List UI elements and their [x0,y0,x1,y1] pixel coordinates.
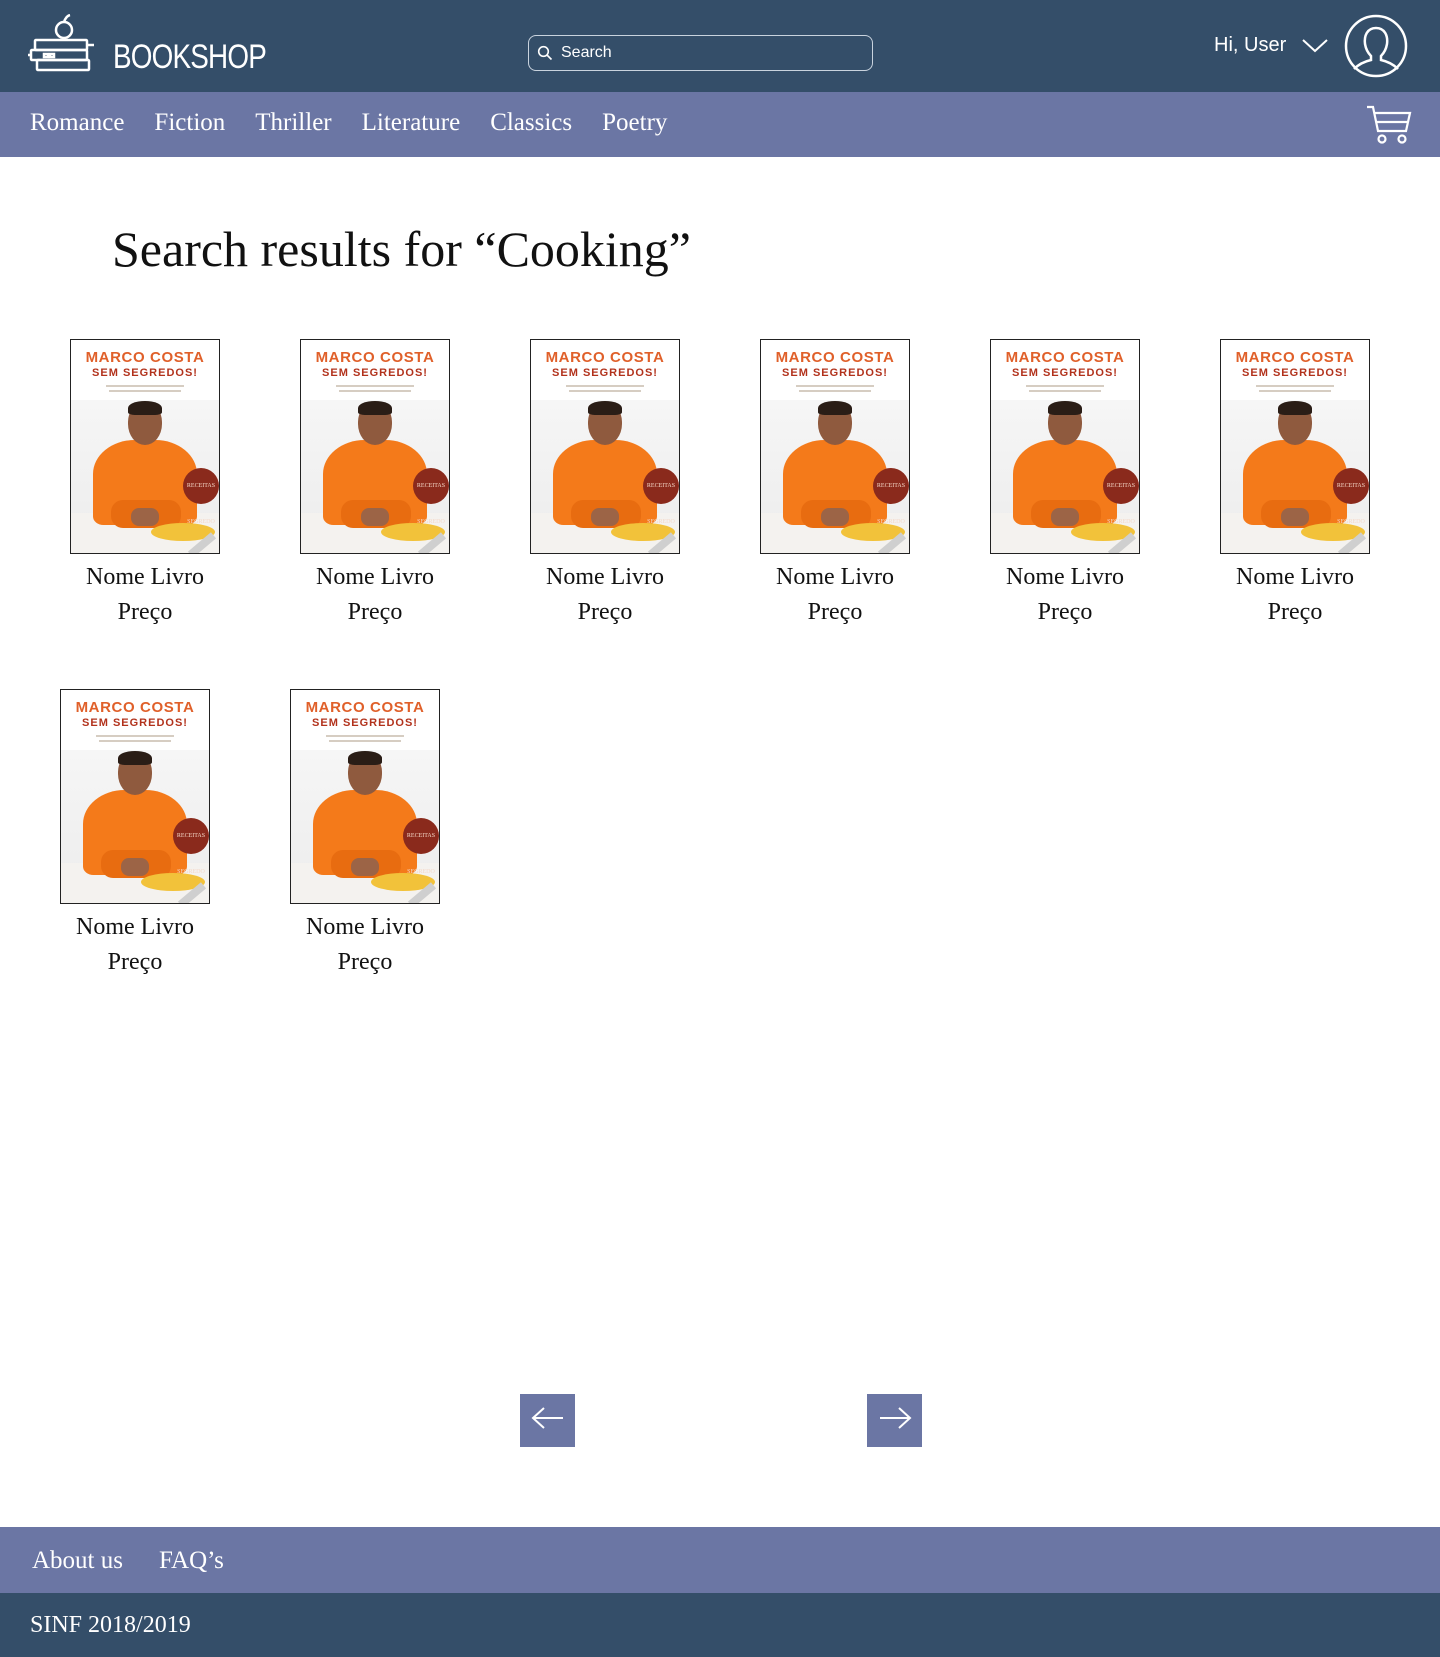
footer-faqs-link[interactable]: FAQ’s [159,1547,224,1575]
book-price: Preço [347,599,403,625]
book-cover[interactable]: MARCO COSTA SEM SEGREDOS! RECEITAS SEGRE… [990,339,1140,554]
cover-badge: RECEITAS SEGREDO [1103,468,1139,525]
cover-title: SEM SEGREDOS! [1012,367,1118,379]
prev-page-button[interactable] [520,1394,575,1447]
book-name[interactable]: Nome Livro [55,914,215,941]
nav-romance[interactable]: Romance [30,109,124,137]
book-cover[interactable]: MARCO COSTA SEM SEGREDOS! RECEITAS SEGRE… [60,689,210,904]
book-card[interactable]: MARCO COSTA SEM SEGREDOS! RECEITAS SEGRE… [285,689,445,976]
footer-about-us-link[interactable]: About us [32,1547,123,1575]
book-price: Preço [337,949,393,975]
cover-author: MARCO COSTA [1235,349,1355,366]
cover-author: MARCO COSTA [85,349,205,366]
user-avatar-icon[interactable] [1344,14,1408,83]
cover-badge: RECEITAS SEGREDO [643,468,679,525]
cover-author: MARCO COSTA [1005,349,1125,366]
bookshop-logo-icon[interactable] [28,14,94,76]
book-cover[interactable]: MARCO COSTA SEM SEGREDOS! RECEITAS SEGRE… [290,689,440,904]
cover-title: SEM SEGREDOS! [1242,367,1348,379]
book-card[interactable]: MARCO COSTA SEM SEGREDOS! RECEITAS SEGRE… [755,339,915,626]
book-price: Preço [117,599,173,625]
book-name[interactable]: Nome Livro [755,564,915,591]
cover-author: MARCO COSTA [315,349,435,366]
cover-badge: RECEITAS SEGREDO [413,468,449,525]
cover-title: SEM SEGREDOS! [82,717,188,729]
book-price: Preço [577,599,633,625]
cover-title: SEM SEGREDOS! [552,367,658,379]
nav-thriller[interactable]: Thriller [255,109,331,137]
book-cover[interactable]: MARCO COSTA SEM SEGREDOS! RECEITAS SEGRE… [70,339,220,554]
footer-copyright: SINF 2018/2019 [30,1612,191,1638]
book-price: Preço [1267,599,1323,625]
book-card[interactable]: MARCO COSTA SEM SEGREDOS! RECEITAS SEGRE… [525,339,685,626]
search-icon [537,43,557,63]
nav-poetry[interactable]: Poetry [602,109,667,137]
book-price: Preço [107,949,163,975]
book-name[interactable]: Nome Livro [985,564,1145,591]
cover-title: SEM SEGREDOS! [312,717,418,729]
top-header: BOOKSHOP Hi, User [0,0,1440,92]
page-title: Search results for “Cooking” [112,221,692,277]
cart-icon[interactable] [1366,104,1412,151]
cover-title: SEM SEGREDOS! [92,367,198,379]
nav-literature[interactable]: Literature [362,109,461,137]
brand-name[interactable]: BOOKSHOP [113,38,267,77]
book-price: Preço [1037,599,1093,625]
book-name[interactable]: Nome Livro [525,564,685,591]
cover-badge: RECEITAS SEGREDO [403,818,439,875]
book-price: Preço [807,599,863,625]
book-card[interactable]: MARCO COSTA SEM SEGREDOS! RECEITAS SEGRE… [295,339,455,626]
nav-fiction[interactable]: Fiction [154,109,225,137]
book-cover[interactable]: MARCO COSTA SEM SEGREDOS! RECEITAS SEGRE… [760,339,910,554]
cover-title: SEM SEGREDOS! [782,367,888,379]
cover-badge: RECEITAS SEGREDO [173,818,209,875]
arrow-left-icon [531,1406,565,1435]
nav-classics[interactable]: Classics [490,109,572,137]
book-name[interactable]: Nome Livro [1215,564,1375,591]
book-card[interactable]: MARCO COSTA SEM SEGREDOS! RECEITAS SEGRE… [65,339,225,626]
category-nav: Romance Fiction Thriller Literature Clas… [0,92,1440,157]
cover-author: MARCO COSTA [775,349,895,366]
arrow-right-icon [878,1406,912,1435]
next-page-button[interactable] [867,1394,922,1447]
book-cover[interactable]: MARCO COSTA SEM SEGREDOS! RECEITAS SEGRE… [300,339,450,554]
book-name[interactable]: Nome Livro [285,914,445,941]
search-bar[interactable] [528,35,873,71]
book-card[interactable]: MARCO COSTA SEM SEGREDOS! RECEITAS SEGRE… [985,339,1145,626]
cover-badge: RECEITAS SEGREDO [1333,468,1369,525]
book-card[interactable]: MARCO COSTA SEM SEGREDOS! RECEITAS SEGRE… [1215,339,1375,626]
footer-links: About us FAQ’s [0,1527,1440,1593]
cover-author: MARCO COSTA [305,699,425,716]
cover-author: MARCO COSTA [545,349,665,366]
cover-badge: RECEITAS SEGREDO [873,468,909,525]
footer-bottom: SINF 2018/2019 [0,1593,1440,1657]
book-card[interactable]: MARCO COSTA SEM SEGREDOS! RECEITAS SEGRE… [55,689,215,976]
cover-badge: RECEITAS SEGREDO [183,468,219,525]
chevron-down-icon[interactable] [1302,34,1328,61]
book-cover[interactable]: MARCO COSTA SEM SEGREDOS! RECEITAS SEGRE… [1220,339,1370,554]
cover-title: SEM SEGREDOS! [322,367,428,379]
book-name[interactable]: Nome Livro [65,564,225,591]
cover-author: MARCO COSTA [75,699,195,716]
search-input[interactable] [561,44,861,62]
user-greeting[interactable]: Hi, User [1214,34,1286,57]
book-name[interactable]: Nome Livro [295,564,455,591]
book-cover[interactable]: MARCO COSTA SEM SEGREDOS! RECEITAS SEGRE… [530,339,680,554]
